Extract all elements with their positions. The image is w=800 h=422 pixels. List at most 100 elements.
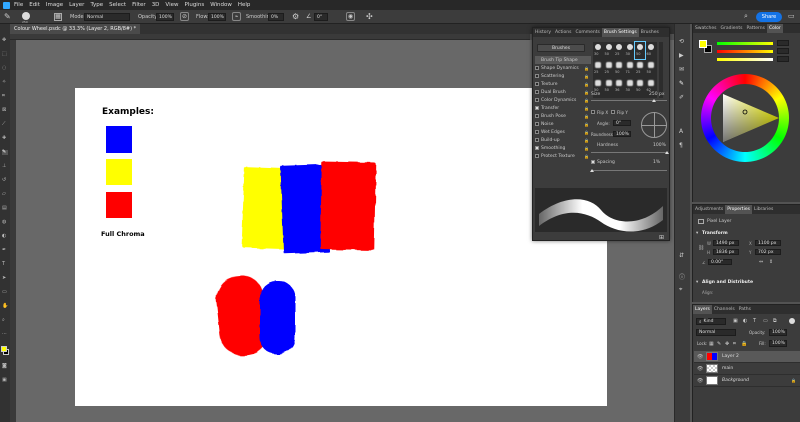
- filter-adjust-icon[interactable]: ◐: [743, 318, 747, 324]
- paragraph-panel-icon[interactable]: ¶: [679, 142, 683, 149]
- path-select-tool-icon[interactable]: ➤: [2, 276, 8, 281]
- menu-select[interactable]: Select: [109, 2, 126, 8]
- hardness-slider-thumb-icon[interactable]: [665, 151, 669, 154]
- blend-mode-select[interactable]: Normal: [696, 329, 736, 336]
- brush-tip-cell[interactable]: 25: [614, 42, 624, 59]
- flip-x-checkbox[interactable]: [591, 110, 595, 114]
- brush-option-noise[interactable]: Noise 🔒: [535, 120, 591, 128]
- filter-type-icon[interactable]: T: [753, 318, 756, 324]
- menu-edit[interactable]: Edit: [29, 2, 40, 8]
- brush-tip-cell[interactable]: 50: [604, 42, 614, 59]
- brush-angle-field[interactable]: 0°: [314, 13, 328, 21]
- layer-name[interactable]: main: [722, 366, 733, 371]
- tab-swatches[interactable]: Swatches: [693, 24, 719, 33]
- tab-color[interactable]: Color: [766, 24, 783, 33]
- tab-comments[interactable]: Comments: [573, 28, 601, 37]
- green-value[interactable]: [777, 48, 789, 54]
- blue-slider[interactable]: [717, 58, 773, 61]
- flow-field[interactable]: 100%: [208, 13, 226, 21]
- lock-icon[interactable]: 🔒: [584, 106, 589, 111]
- brush-tip-cell[interactable]: 25: [593, 60, 603, 77]
- menu-3d[interactable]: 3D: [152, 2, 160, 8]
- menu-view[interactable]: View: [165, 2, 178, 8]
- screen-mode-icon[interactable]: ▣: [2, 378, 8, 383]
- smoothing-field[interactable]: 0%: [268, 13, 284, 21]
- blur-tool-icon[interactable]: ◍: [2, 220, 8, 225]
- layer-row-background[interactable]: 👁 Background 🔒: [694, 375, 800, 387]
- eyedropper-tool-icon[interactable]: ⟋: [2, 122, 8, 127]
- link-dimensions-icon[interactable]: ⛓: [698, 245, 704, 251]
- tab-history[interactable]: History: [533, 28, 553, 37]
- brush-tip-cell[interactable]: 25: [635, 60, 645, 77]
- lock-icon[interactable]: 🔒: [584, 114, 589, 119]
- brush-option-wet-edges[interactable]: Wet Edges 🔒: [535, 128, 591, 136]
- brush-option-checkbox[interactable]: [535, 154, 539, 158]
- brush-tip-cell[interactable]: 25: [604, 60, 614, 77]
- pressure-size-icon[interactable]: ◉: [346, 12, 355, 21]
- symmetry-icon[interactable]: ✣: [366, 12, 373, 21]
- eraser-tool-icon[interactable]: ▱: [2, 192, 8, 197]
- menu-file[interactable]: File: [14, 2, 23, 8]
- brush-grid-scrollbar[interactable]: [659, 42, 663, 98]
- spacing-checkbox[interactable]: [591, 160, 595, 164]
- brush-option-checkbox[interactable]: [535, 114, 539, 118]
- tab-patterns[interactable]: Patterns: [744, 24, 767, 33]
- dodge-tool-icon[interactable]: ◐: [2, 234, 8, 239]
- layer-opacity-field[interactable]: 100%: [769, 329, 787, 336]
- brush-tip-cell[interactable]: 30: [593, 42, 603, 59]
- brush-option-checkbox[interactable]: [535, 74, 539, 78]
- photoshop-logo-icon[interactable]: [3, 1, 10, 9]
- comments-panel-icon[interactable]: ✉: [679, 66, 684, 73]
- roundness-field[interactable]: 100%: [613, 131, 631, 137]
- layer-row-main[interactable]: 👁 main: [694, 363, 800, 375]
- navigator-panel-icon[interactable]: ⌖: [679, 286, 682, 294]
- lock-icon[interactable]: 🔒: [584, 90, 589, 95]
- brush-tip-cell[interactable]: 30: [625, 78, 635, 95]
- edit-toolbar-icon[interactable]: ⋯: [2, 332, 8, 337]
- tab-gradients[interactable]: Gradients: [719, 24, 745, 33]
- brush-option-checkbox[interactable]: [535, 138, 539, 142]
- hardness-value[interactable]: 100%: [653, 143, 666, 148]
- brushes-panel-icon[interactable]: ✐: [679, 94, 684, 101]
- smoothing-options-gear-icon[interactable]: ⚙: [292, 12, 299, 21]
- brush-tip-cell[interactable]: 30: [625, 42, 635, 59]
- pen-tool-icon[interactable]: ✒: [2, 248, 8, 253]
- blue-value[interactable]: [777, 56, 789, 62]
- brush-option-color-dynamics[interactable]: Color Dynamics 🔒: [535, 96, 591, 104]
- brush-tip-cell[interactable]: 36: [614, 78, 624, 95]
- lock-icon[interactable]: 🔒: [584, 130, 589, 135]
- fill-field[interactable]: 100%: [769, 340, 787, 347]
- lock-icon[interactable]: 🔒: [584, 98, 589, 103]
- layer-row-layer-2[interactable]: 👁 Layer 2: [694, 351, 800, 363]
- quick-mask-icon[interactable]: ◙: [2, 364, 8, 369]
- red-slider[interactable]: [717, 42, 773, 45]
- history-brush-tool-icon[interactable]: ↺: [2, 178, 8, 183]
- filter-kind-select[interactable]: ⌕ Kind: [696, 318, 726, 325]
- brush-option-checkbox[interactable]: [535, 66, 539, 70]
- tab-brush-settings[interactable]: Brush Settings: [601, 28, 639, 37]
- spacing-slider-thumb-icon[interactable]: [590, 169, 594, 172]
- tab-adjustments[interactable]: Adjustments: [693, 205, 725, 214]
- airbrush-icon[interactable]: ⌁: [232, 12, 241, 21]
- menu-filter[interactable]: Filter: [132, 2, 146, 8]
- lock-icon[interactable]: 🔒: [584, 66, 589, 71]
- document-canvas[interactable]: Examples: Full Chroma: [75, 88, 607, 406]
- brushes-button[interactable]: Brushes: [537, 44, 585, 52]
- tab-actions[interactable]: Actions: [553, 28, 573, 37]
- gradient-tool-icon[interactable]: ▤: [2, 206, 8, 211]
- history-panel-icon[interactable]: ⟲: [679, 38, 684, 45]
- lock-icon[interactable]: 🔒: [584, 138, 589, 143]
- zoom-tool-icon[interactable]: ⌕: [2, 318, 8, 323]
- document-tab[interactable]: Colour Wheel.psdc @ 33.3% (Layer 2, RGB/…: [10, 24, 141, 34]
- lock-icon[interactable]: 🔒: [584, 154, 589, 159]
- size-value[interactable]: 250 px: [649, 92, 665, 97]
- x-field[interactable]: 1100 px: [755, 240, 781, 246]
- actions-panel-icon[interactable]: ▶: [679, 52, 684, 59]
- tab-libraries[interactable]: Libraries: [752, 205, 775, 214]
- brush-tip-cell[interactable]: 50: [635, 78, 645, 95]
- brush-settings-panel-icon[interactable]: ✎: [679, 80, 684, 87]
- visibility-eye-icon[interactable]: 👁: [697, 366, 703, 372]
- lock-icon[interactable]: 🔒: [584, 146, 589, 151]
- brush-option-checkbox[interactable]: [535, 98, 539, 102]
- rgb-sliders[interactable]: [717, 40, 793, 70]
